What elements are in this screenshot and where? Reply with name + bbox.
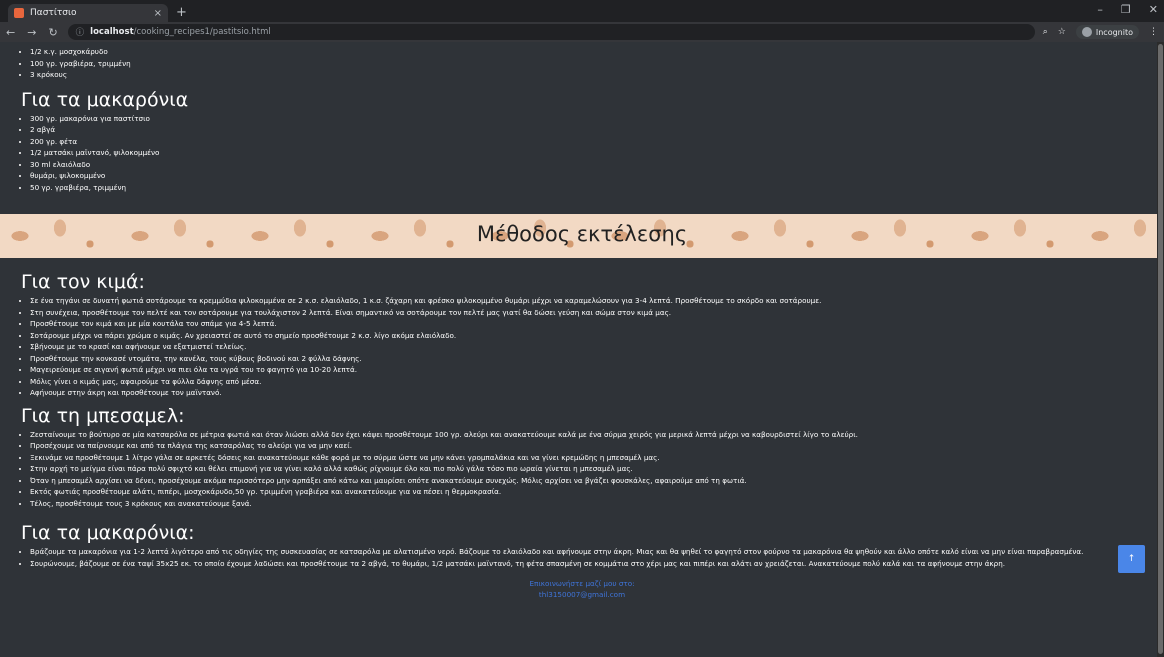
url-path: /cooking_recipes1/pastitsio.html bbox=[133, 27, 271, 37]
list-item: Μαγειρεύουμε σε σιγανή φωτιά μέχρι να πι… bbox=[30, 364, 1164, 376]
restore-button[interactable]: ❐ bbox=[1121, 3, 1131, 16]
list-item: Ζεσταίνουμε το βούτυρο σε μία κατσαρόλα … bbox=[30, 429, 1164, 441]
footer-contact-text: Επικοινωνήστε μαζί μου στο: bbox=[529, 579, 635, 588]
new-tab-button[interactable]: + bbox=[176, 5, 187, 20]
site-favicon-icon bbox=[14, 8, 24, 18]
footer: Επικοινωνήστε μαζί μου στο: thl3150007@g… bbox=[0, 578, 1164, 600]
page-content: 1/2 κ.γ. μοσχοκάρυδο100 γρ. γραβιέρα, τρ… bbox=[0, 42, 1164, 657]
pasta-ingredients-list: 300 γρ. μακαρόνια για παστίτσιο2 αβγά200… bbox=[0, 113, 1164, 194]
url-host: localhost bbox=[90, 27, 134, 37]
tab-title: Παστίτσιο bbox=[30, 8, 77, 18]
back-arrow-icon[interactable]: ← bbox=[6, 26, 15, 39]
minimize-button[interactable]: – bbox=[1097, 3, 1103, 16]
ingredients-top-list: 1/2 κ.γ. μοσχοκάρυδο100 γρ. γραβιέρα, τρ… bbox=[0, 46, 1164, 81]
incognito-label: Incognito bbox=[1095, 27, 1133, 37]
incognito-icon bbox=[1081, 27, 1092, 37]
list-item: Σοτάρουμε μέχρι να πάρει χρώμα ο κιμάς. … bbox=[30, 330, 1164, 342]
menu-kebab-icon[interactable]: ⋮ bbox=[1149, 27, 1158, 37]
forward-arrow-icon[interactable]: → bbox=[27, 26, 36, 39]
info-icon[interactable]: ⓘ bbox=[76, 26, 85, 38]
tab-close-icon[interactable]: × bbox=[154, 8, 162, 19]
list-item: Βράζουμε τα μακαρόνια για 1-2 λεπτά λιγό… bbox=[30, 546, 1164, 558]
method-banner: Μέθοδος εκτέλεσης bbox=[0, 214, 1164, 258]
list-item: Προσθέτουμε τον κιμά και με μία κουτάλα … bbox=[30, 318, 1164, 330]
list-item: Σε ένα τηγάνι σε δυνατή φωτιά σοτάρουμε … bbox=[30, 295, 1164, 307]
scrollbar-thumb[interactable] bbox=[1158, 44, 1163, 654]
list-item: Τέλος, προσθέτουμε τους 3 κρόκους και αν… bbox=[30, 498, 1164, 510]
list-item: Ξεκινάμε να προσθέτουμε 1 λίτρο γάλα σε … bbox=[30, 452, 1164, 464]
pasta-method-heading: Για τα μακαρόνια: bbox=[21, 522, 195, 544]
window-controls: – ❐ ✕ bbox=[1097, 3, 1158, 16]
list-item: Αφήνουμε στην άκρη και προσθέτουμε τον μ… bbox=[30, 387, 1164, 399]
method-title: Μέθοδος εκτέλεσης bbox=[476, 222, 688, 246]
close-window-button[interactable]: ✕ bbox=[1149, 3, 1158, 16]
bechamel-heading: Για τη μπεσαμελ: bbox=[21, 404, 185, 427]
reload-icon[interactable]: ↻ bbox=[48, 26, 57, 39]
list-item: Σουρώνουμε, βάζουμε σε ένα ταψί 35x25 εκ… bbox=[30, 558, 1164, 570]
pasta-steps-list: Βράζουμε τα μακαρόνια για 1-2 λεπτά λιγό… bbox=[0, 546, 1164, 569]
list-item: Όταν η μπεσαμέλ αρχίσει να δένει, προσέχ… bbox=[30, 475, 1164, 487]
list-item: 3 κρόκους bbox=[30, 69, 1164, 81]
mince-heading: Για τον κιμά: bbox=[21, 271, 145, 293]
bechamel-steps-list: Ζεσταίνουμε το βούτυρο σε μία κατσαρόλα … bbox=[0, 429, 1164, 510]
list-item: Προσέχουμε να παίρνουμε και από τα πλάγι… bbox=[30, 440, 1164, 452]
browser-tab-bar: Παστίτσιο × + – ❐ ✕ bbox=[0, 0, 1164, 22]
address-bar[interactable]: ⓘ localhost /cooking_recipes1/pastitsio.… bbox=[67, 24, 1035, 40]
list-item: 100 γρ. γραβιέρα, τριμμένη bbox=[30, 58, 1164, 70]
list-item: Εκτός φωτιάς προσθέτουμε αλάτι, πιπέρι, … bbox=[30, 486, 1164, 498]
browser-toolbar: ← → ↻ ⓘ localhost /cooking_recipes1/past… bbox=[0, 22, 1164, 42]
list-item: Στην αρχή το μείγμα είναι πάρα πολύ σφιχ… bbox=[30, 463, 1164, 475]
list-item: 300 γρ. μακαρόνια για παστίτσιο bbox=[30, 113, 1164, 125]
bookmark-star-icon[interactable]: ☆ bbox=[1058, 27, 1066, 37]
pasta-ingredients-heading: Για τα μακαρόνια bbox=[21, 88, 189, 111]
list-item: 1/2 κ.γ. μοσχοκάρυδο bbox=[30, 46, 1164, 58]
footer-email-link[interactable]: thl3150007@gmail.com bbox=[0, 589, 1164, 600]
list-item: Στη συνέχεια, προσθέτουμε τον πελτέ και … bbox=[30, 307, 1164, 319]
list-item: 50 γρ. γραβιέρα, τριμμένη bbox=[30, 182, 1164, 194]
list-item: 200 γρ. φέτα bbox=[30, 136, 1164, 148]
list-item: Προσθέτουμε την κονκασέ ντομάτα, την καν… bbox=[30, 353, 1164, 365]
zoom-icon[interactable]: ⌕ bbox=[1043, 27, 1048, 37]
list-item: 1/2 ματσάκι μαϊντανό, ψιλοκομμένο bbox=[30, 147, 1164, 159]
list-item: Σβήνουμε με το κρασί και αφήνουμε να εξα… bbox=[30, 341, 1164, 353]
list-item: 2 αβγά bbox=[30, 124, 1164, 136]
browser-tab[interactable]: Παστίτσιο × bbox=[8, 4, 168, 22]
back-to-top-button[interactable]: ↑ bbox=[1118, 545, 1145, 573]
list-item: θυμάρι, ψιλοκομμένο bbox=[30, 170, 1164, 182]
page-scrollbar[interactable] bbox=[1157, 42, 1164, 657]
mince-steps-list: Σε ένα τηγάνι σε δυνατή φωτιά σοτάρουμε … bbox=[0, 295, 1164, 399]
list-item: 30 ml ελαιόλαδο bbox=[30, 159, 1164, 171]
incognito-badge[interactable]: Incognito bbox=[1075, 25, 1139, 39]
list-item: Μόλις γίνει ο κιμάς μας, αφαιρούμε τα φύ… bbox=[30, 376, 1164, 388]
